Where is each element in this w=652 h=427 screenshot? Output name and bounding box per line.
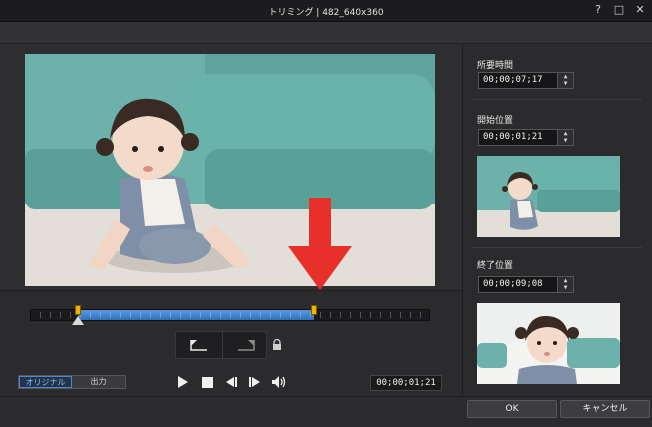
mark-out-icon	[238, 340, 255, 351]
timeline-tick	[280, 312, 281, 318]
arrow-down-icon[interactable]: ▼	[558, 80, 573, 87]
mark-in-icon	[190, 340, 207, 351]
duration-field[interactable]: 00;00;07;17 ▲ ▼	[478, 72, 574, 89]
end-thumbnail	[477, 303, 620, 384]
current-time-display: 00;00;01;21	[370, 375, 442, 391]
toolbar-strip	[0, 22, 652, 44]
timeline-tick	[380, 312, 381, 318]
timeline-tick	[240, 312, 241, 318]
timeline-tick	[370, 312, 371, 318]
mark-in-button[interactable]	[176, 332, 222, 358]
duration-label: 所要時間	[477, 61, 514, 71]
toggle-output[interactable]: 出力	[72, 376, 125, 388]
timeline-tick	[330, 312, 331, 318]
timeline-tick	[180, 312, 181, 318]
video-frame-image	[25, 54, 435, 286]
timeline-tick	[110, 312, 111, 318]
start-value: 00;00;01;21	[483, 132, 543, 142]
window-controls: ? □ ✕	[592, 3, 646, 17]
arrow-up-icon[interactable]: ▲	[558, 277, 573, 284]
arrow-up-icon[interactable]: ▲	[558, 130, 573, 137]
timeline-tick	[260, 312, 261, 318]
timeline-tick	[40, 312, 41, 318]
timeline-tick	[60, 312, 61, 318]
maximize-icon[interactable]: □	[613, 3, 625, 17]
timeline-tick	[400, 312, 401, 318]
play-icon	[178, 376, 188, 388]
arrow-up-icon[interactable]: ▲	[558, 73, 573, 80]
duration-value: 00;00;07;17	[483, 75, 543, 85]
timeline-tick	[170, 312, 171, 318]
start-thumbnail	[477, 156, 620, 237]
start-field[interactable]: 00;00;01;21 ▲ ▼	[478, 129, 574, 146]
end-spinner[interactable]: ▲ ▼	[557, 277, 573, 292]
end-thumbnail-image	[477, 303, 620, 384]
volume-button[interactable]	[271, 374, 287, 390]
timeline-tick	[160, 312, 161, 318]
timeline-tick	[300, 312, 301, 318]
help-icon[interactable]: ?	[592, 3, 604, 17]
end-label: 終了位置	[477, 261, 514, 271]
stop-button[interactable]	[199, 374, 215, 390]
video-preview	[25, 54, 435, 286]
mark-button-group	[175, 331, 267, 359]
timeline-tick	[410, 312, 411, 318]
divider	[472, 99, 642, 100]
window-title: トリミング | 482_640x360	[268, 8, 384, 18]
arrow-down-icon[interactable]: ▼	[558, 284, 573, 291]
next-frame-icon	[249, 377, 260, 387]
timeline-tick	[150, 312, 151, 318]
mark-out-button[interactable]	[222, 332, 269, 358]
timeline-tick	[220, 312, 221, 318]
timeline-tick	[200, 312, 201, 318]
end-field[interactable]: 00;00;09;08 ▲ ▼	[478, 276, 574, 293]
out-point-marker[interactable]	[311, 305, 317, 315]
stop-icon	[201, 376, 213, 388]
ok-button[interactable]: OK	[467, 400, 557, 418]
close-icon[interactable]: ✕	[634, 3, 646, 17]
title-bar: トリミング | 482_640x360 ? □ ✕	[0, 0, 652, 22]
timeline-tick	[50, 312, 51, 318]
in-point-marker[interactable]	[75, 305, 81, 315]
timeline-tick	[210, 312, 211, 318]
timeline-selected-range	[78, 310, 314, 320]
timeline-tick	[250, 312, 251, 318]
view-toggle: オリジナル 出力	[18, 375, 126, 389]
timeline-tick	[420, 312, 421, 318]
timeline-tick	[140, 312, 141, 318]
previous-frame-icon	[226, 377, 237, 387]
timeline-tick	[190, 312, 191, 318]
timeline-tick	[120, 312, 121, 318]
timeline-tick	[70, 312, 71, 318]
previous-frame-button[interactable]	[223, 374, 239, 390]
cancel-button[interactable]: キャンセル	[560, 400, 650, 418]
timeline-tick	[230, 312, 231, 318]
timeline-tick	[100, 312, 101, 318]
timeline-tick	[320, 312, 321, 318]
lock-icon[interactable]	[271, 339, 283, 351]
speaker-icon	[272, 376, 286, 388]
play-button[interactable]	[175, 374, 191, 390]
toggle-original[interactable]: オリジナル	[19, 376, 72, 388]
timeline-tick	[130, 312, 131, 318]
timeline-tick	[350, 312, 351, 318]
timeline-tick	[290, 312, 291, 318]
playhead-handle[interactable]	[72, 316, 84, 325]
transport-controls	[175, 374, 287, 390]
timeline-tick	[340, 312, 341, 318]
start-label: 開始位置	[477, 116, 514, 126]
timeline-tick	[90, 312, 91, 318]
next-frame-button[interactable]	[247, 374, 263, 390]
timeline-tick	[360, 312, 361, 318]
start-thumbnail-image	[477, 156, 620, 237]
start-spinner[interactable]: ▲ ▼	[557, 130, 573, 145]
end-value: 00;00;09;08	[483, 279, 543, 289]
timeline-tick	[270, 312, 271, 318]
arrow-down-icon[interactable]: ▼	[558, 137, 573, 144]
divider	[472, 247, 642, 248]
duration-spinner[interactable]: ▲ ▼	[557, 73, 573, 88]
red-arrow-annotation	[288, 198, 352, 290]
timeline-tick	[390, 312, 391, 318]
